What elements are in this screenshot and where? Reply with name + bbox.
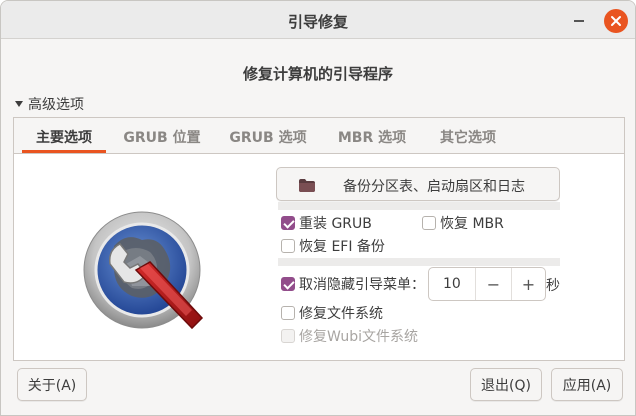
apply-button[interactable]: 应用(A) [551, 368, 623, 401]
timeout-value[interactable]: 10 [443, 276, 461, 292]
options-notebook: 主要选项 GRUB 位置 GRUB 选项 MBR 选项 其它选项 备份分区表、启… [13, 117, 625, 361]
about-button[interactable]: 关于(A) [17, 368, 87, 401]
advanced-options-expander[interactable]: 高级选项 [15, 95, 84, 113]
restore-efi-checkbox[interactable]: 恢复 EFI 备份 [281, 237, 385, 255]
checkbox-checked-icon [281, 216, 295, 230]
close-icon[interactable] [604, 9, 628, 33]
checkbox-label: 重装 GRUB [299, 216, 372, 232]
repair-filesystem-checkbox[interactable]: 修复文件系统 [281, 304, 383, 322]
tab-label: 主要选项 [36, 130, 92, 146]
increment-button[interactable]: + [511, 268, 545, 300]
repair-wubi-checkbox: 修复Wubi文件系统 [281, 327, 418, 345]
folder-icon [299, 179, 315, 192]
checkbox-label: 修复文件系统 [299, 306, 383, 322]
active-tab-indicator [22, 150, 106, 153]
checkbox-label: 修复Wubi文件系统 [299, 329, 418, 345]
tab-label: GRUB 选项 [229, 130, 307, 146]
checkbox-unchecked-icon [281, 306, 295, 320]
tab-grub-location[interactable]: GRUB 位置 [114, 118, 210, 154]
tab-bar: 主要选项 GRUB 位置 GRUB 选项 MBR 选项 其它选项 [14, 118, 624, 154]
reinstall-grub-checkbox[interactable]: 重装 GRUB [281, 214, 372, 232]
separator [278, 202, 560, 210]
timeout-spinbutton[interactable]: 10 − + [428, 267, 546, 301]
checkbox-label: 恢复 EFI 备份 [299, 239, 385, 255]
decrement-button[interactable]: − [475, 268, 511, 300]
expander-label: 高级选项 [28, 97, 84, 113]
restore-mbr-checkbox[interactable]: 恢复 MBR [422, 214, 504, 232]
tab-label: GRUB 位置 [123, 130, 201, 146]
tab-main-options[interactable]: 主要选项 [22, 118, 106, 154]
boot-repair-wrench-icon [83, 211, 204, 330]
triangle-down-icon [15, 101, 23, 107]
checkbox-disabled-icon [281, 329, 295, 343]
checkbox-unchecked-icon [281, 239, 295, 253]
checkbox-checked-icon [281, 277, 295, 291]
backup-button-label: 备份分区表、启动扇区和日志 [343, 179, 525, 195]
titlebar[interactable]: 引导修复 [1, 1, 635, 39]
checkbox-label: 取消隐藏引导菜单： [299, 277, 425, 293]
boot-repair-window: 引导修复 修复计算机的引导程序 高级选项 主要选项 GRUB 位置 GRUB 选… [0, 0, 636, 416]
window-title: 引导修复 [287, 13, 348, 31]
backup-button[interactable]: 备份分区表、启动扇区和日志 [276, 167, 560, 201]
tab-grub-options[interactable]: GRUB 选项 [220, 118, 316, 154]
tab-mbr-options[interactable]: MBR 选项 [326, 118, 418, 154]
quit-button[interactable]: 退出(Q) [470, 368, 542, 401]
checkbox-label: 恢复 MBR [440, 216, 504, 232]
unhide-boot-menu-checkbox[interactable]: 取消隐藏引导菜单： [281, 275, 425, 293]
tab-other-options[interactable]: 其它选项 [428, 118, 508, 154]
tab-label: MBR 选项 [337, 130, 407, 146]
minimize-icon[interactable] [568, 10, 590, 32]
tab-label: 其它选项 [440, 130, 496, 146]
checkbox-unchecked-icon [422, 216, 436, 230]
page-heading: 修复计算机的引导程序 [242, 65, 393, 83]
seconds-label: 秒 [546, 278, 560, 294]
separator [278, 258, 560, 266]
